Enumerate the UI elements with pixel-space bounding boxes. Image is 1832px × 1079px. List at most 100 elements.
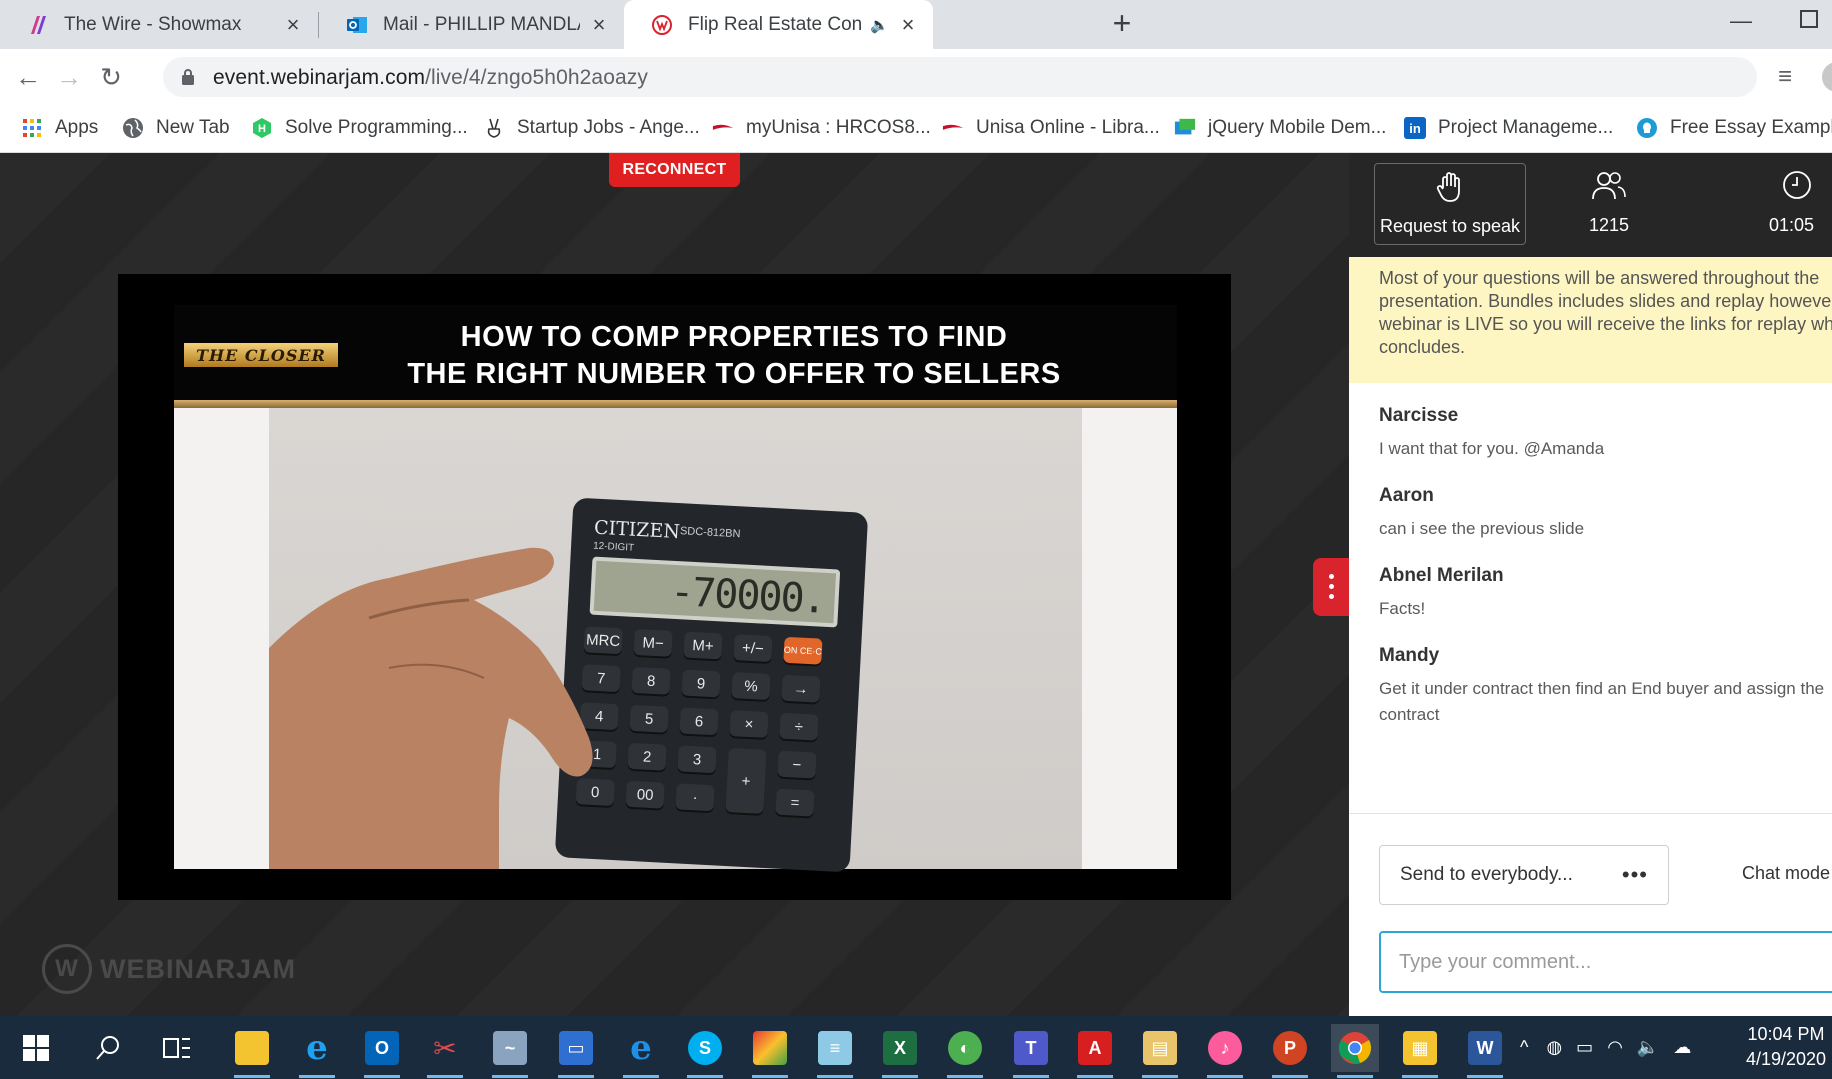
taskbar-itunes[interactable]: ♪ bbox=[1201, 1024, 1249, 1078]
the-closer-logo: THE CLOSER bbox=[184, 343, 338, 367]
clock-time: 10:04 PM bbox=[1747, 1024, 1825, 1044]
elapsed-time: 01:05 bbox=[1769, 215, 1815, 235]
taskbar-powerpoint[interactable]: P bbox=[1266, 1024, 1314, 1078]
address-bar[interactable]: event.webinarjam.com/live/4/zngo5h0h2aoa… bbox=[163, 57, 1757, 97]
comment-box[interactable] bbox=[1379, 931, 1832, 993]
bookmark-apps[interactable]: Apps bbox=[21, 105, 98, 151]
taskbar-snipping-tool[interactable]: ✂ bbox=[421, 1024, 469, 1078]
taskbar-outlook[interactable]: O bbox=[358, 1024, 406, 1078]
bookmark-linkedin[interactable]: in Project Manageme... bbox=[1404, 105, 1613, 151]
bookmark-jquery-mobile[interactable]: jQuery Mobile Dem... bbox=[1174, 105, 1386, 151]
back-button[interactable]: ← bbox=[10, 59, 46, 95]
bookmark-unisa-library[interactable]: Unisa Online - Libra... bbox=[942, 105, 1160, 151]
taskbar-archive[interactable]: ▦ bbox=[1396, 1024, 1444, 1078]
taskbar-teams[interactable]: T bbox=[1007, 1024, 1055, 1078]
chrome-icon bbox=[1338, 1032, 1372, 1065]
new-tab-button[interactable]: + bbox=[1106, 7, 1138, 40]
taskbar-clock[interactable]: 10:04 PM 4/19/2020 bbox=[1740, 1024, 1832, 1070]
taskbar-notes[interactable]: ≡ bbox=[811, 1024, 859, 1078]
excel-icon: X bbox=[883, 1031, 917, 1065]
window-restore-button[interactable] bbox=[1800, 10, 1818, 28]
chat-mode-button[interactable]: Chat mode bbox=[1742, 863, 1830, 884]
task-view-button[interactable] bbox=[153, 1024, 201, 1072]
close-tab-icon[interactable]: × bbox=[897, 13, 919, 36]
send-to-selector[interactable]: Send to everybody... ••• bbox=[1379, 845, 1669, 905]
slide-title-line1: HOW TO COMP PROPERTIES TO FIND bbox=[460, 321, 1008, 353]
reload-button[interactable]: ↻ bbox=[93, 59, 129, 95]
globe-icon: ◐ bbox=[948, 1031, 982, 1065]
more-options-icon[interactable]: ••• bbox=[1622, 862, 1648, 888]
webinarjam-logo-icon: W bbox=[42, 944, 92, 994]
slide-gold-rule bbox=[174, 400, 1177, 408]
window-minimize-button[interactable]: — bbox=[1730, 8, 1752, 34]
tab-outlook[interactable]: Mail - PHILLIP MANDLA MTOMBENI - Outlook… bbox=[319, 0, 624, 49]
clock-icon bbox=[1783, 171, 1811, 199]
tab-title: Mail - PHILLIP MANDLA MTOMBENI - Outlook bbox=[383, 13, 580, 35]
paint-icon bbox=[753, 1031, 787, 1065]
chat-divider bbox=[1349, 813, 1832, 814]
calc-key: × bbox=[729, 710, 769, 738]
bookmark-myunisa[interactable]: myUnisa : HRCOS8... bbox=[712, 105, 931, 151]
message-author: Aaron bbox=[1379, 485, 1434, 506]
svg-text:in: in bbox=[1409, 121, 1421, 136]
taskbar-edge[interactable]: e bbox=[617, 1024, 665, 1078]
profile-avatar[interactable] bbox=[1822, 62, 1832, 92]
bookmark-new-tab[interactable]: New Tab bbox=[122, 105, 230, 151]
music-note-icon: ♪ bbox=[1208, 1031, 1242, 1065]
taskbar-skype[interactable]: S bbox=[681, 1024, 729, 1078]
internet-explorer-icon: e bbox=[306, 1028, 328, 1068]
calculator-reading: -70000. bbox=[669, 568, 826, 623]
wifi-icon[interactable]: ◠ bbox=[1607, 1037, 1623, 1058]
bookmark-angellist[interactable]: Startup Jobs - Ange... bbox=[483, 105, 700, 151]
taskbar-chrome[interactable] bbox=[1331, 1024, 1379, 1078]
taskbar-acrobat[interactable]: A bbox=[1071, 1024, 1119, 1078]
taskbar-internet-explorer[interactable]: e bbox=[293, 1024, 341, 1078]
media-control-icon[interactable]: ≡ bbox=[1778, 63, 1792, 91]
taskbar-remote-desktop[interactable]: ▭ bbox=[552, 1024, 600, 1078]
message-text: Facts! bbox=[1379, 599, 1426, 618]
bookmark-label: myUnisa : HRCOS8... bbox=[746, 117, 931, 138]
chat-message: Abnel Merilan Facts! bbox=[1379, 565, 1832, 622]
message-text: can i see the previous slide bbox=[1379, 519, 1585, 538]
panel-toggle-button[interactable] bbox=[1313, 558, 1349, 616]
start-button[interactable] bbox=[12, 1024, 60, 1072]
bookmark-free-essay[interactable]: Free Essay Example... bbox=[1636, 105, 1832, 151]
search-button[interactable] bbox=[84, 1024, 132, 1072]
tab-showmax[interactable]: The Wire - Showmax × bbox=[0, 0, 318, 49]
bookmark-label: New Tab bbox=[156, 117, 230, 138]
screen: The Wire - Showmax × Mail - PHILLIP MAND… bbox=[0, 0, 1832, 1079]
forward-button[interactable]: → bbox=[51, 59, 87, 95]
taskbar-certificate-app[interactable]: ▤ bbox=[1136, 1024, 1184, 1078]
request-to-speak-button[interactable]: Request to speak bbox=[1374, 163, 1526, 245]
chat-message: Aaron can i see the previous slide bbox=[1379, 485, 1832, 542]
battery-icon[interactable]: ▭ bbox=[1576, 1037, 1593, 1058]
volume-icon[interactable]: 🔈 bbox=[1637, 1037, 1659, 1058]
calc-key: = bbox=[775, 788, 815, 817]
chat-panel: Request to speak 1215 01:05 Most of your… bbox=[1349, 153, 1832, 1016]
tab-webinar-active[interactable]: Flip Real Estate Contracts Of 🔈 × bbox=[624, 0, 933, 49]
reconnect-button[interactable]: RECONNECT bbox=[609, 153, 740, 187]
message-author: Mandy bbox=[1379, 645, 1440, 666]
network-globe-icon[interactable]: ◍ bbox=[1546, 1037, 1562, 1058]
taskbar-file-explorer[interactable] bbox=[228, 1024, 276, 1078]
taskbar-resource-monitor[interactable]: ~ bbox=[486, 1024, 534, 1078]
taskbar-paint[interactable] bbox=[746, 1024, 794, 1078]
bookmark-label: Free Essay Example... bbox=[1670, 117, 1832, 138]
audio-playing-icon[interactable]: 🔈 bbox=[870, 16, 889, 34]
comment-input[interactable] bbox=[1399, 933, 1829, 991]
windows-taskbar: e O ✂ ~ ▭ e S ≡ X ◐ T A ▤ ♪ P ▦ W ^ ◍ ▭ … bbox=[0, 1016, 1832, 1079]
taskbar-word[interactable]: W bbox=[1461, 1024, 1509, 1078]
taskbar-globe-app[interactable]: ◐ bbox=[941, 1024, 989, 1078]
lightbulb-icon bbox=[1636, 117, 1658, 139]
bookmark-label: Solve Programming... bbox=[285, 117, 468, 138]
taskbar-excel[interactable]: X bbox=[876, 1024, 924, 1078]
show-hidden-icons-icon[interactable]: ^ bbox=[1520, 1037, 1528, 1058]
close-tab-icon[interactable]: × bbox=[282, 13, 304, 36]
slide-header: THE CLOSER HOW TO COMP PROPERTIES TO FIN… bbox=[174, 305, 1177, 400]
calc-key: +/− bbox=[733, 634, 773, 663]
bookmark-hackerrank[interactable]: H Solve Programming... bbox=[251, 105, 468, 151]
onedrive-icon[interactable]: ☁ bbox=[1673, 1037, 1691, 1058]
slide-title-line2: THE RIGHT NUMBER TO OFFER TO SELLERS bbox=[407, 358, 1061, 390]
webinarjam-icon bbox=[650, 13, 674, 37]
close-tab-icon[interactable]: × bbox=[588, 13, 610, 36]
